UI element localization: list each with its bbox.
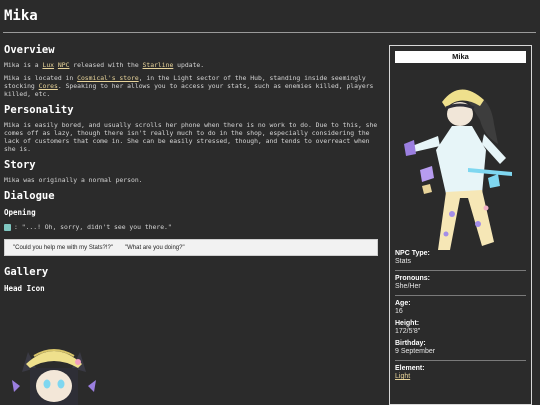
infobox-value: 9 September	[395, 348, 436, 355]
cosmicals-store-link[interactable]: Cosmical's store	[77, 74, 139, 82]
infobox-fields: NPC Type: Stats Pronouns: She/Her Age: 1…	[395, 246, 526, 381]
infobox-label: Element:	[395, 365, 425, 372]
infobox-label: Age:	[395, 300, 411, 307]
title-divider	[3, 32, 536, 33]
infobox-label: Height:	[395, 320, 420, 327]
infobox-row-birthday: Birthday: 9 September	[395, 336, 526, 361]
personality-text: Mika is easily bored, and usually scroll…	[4, 121, 378, 153]
dialogue-line: : "...! Oh, sorry, didn't see you there.…	[4, 223, 382, 231]
head-icon-subheading: Head Icon	[4, 284, 45, 293]
head-icon-image	[12, 349, 96, 405]
page-title: Mika	[4, 8, 38, 24]
gallery-heading: Gallery	[4, 266, 49, 278]
overview-paragraph-2: Mika is located in Cosmical's store, in …	[4, 74, 382, 98]
infobox-value: She/Her	[395, 283, 421, 290]
text-span: Mika is located in	[4, 74, 78, 82]
dialogue-heading: Dialogue	[4, 190, 55, 202]
infobox-value: Stats	[395, 258, 411, 265]
npc-link[interactable]: NPC	[58, 61, 70, 69]
infobox: Mika NPC Type: Stats Pronouns: She/Her A…	[389, 45, 532, 405]
infobox-row-element: Element: Light	[395, 361, 526, 381]
text-span: released with the	[69, 61, 143, 69]
infobox-value: 16	[395, 308, 403, 315]
opening-subheading: Opening	[4, 208, 36, 217]
story-text: Mika was originally a normal person.	[4, 176, 143, 184]
infobox-value: 172/5'8"	[395, 328, 421, 335]
text-span: update.	[173, 61, 205, 69]
dialogue-option-stats[interactable]: "Could you help me with my Stats?!?"	[13, 245, 113, 251]
dialogue-option-what-doing[interactable]: "What are you doing?"	[125, 245, 185, 251]
infobox-row-height: Height: 172/5'8"	[395, 316, 526, 336]
story-heading: Story	[4, 159, 36, 171]
infobox-row-age: Age: 16	[395, 296, 526, 316]
infobox-row-pronouns: Pronouns: She/Her	[395, 271, 526, 296]
overview-paragraph-1: Mika is a Lux NPC released with the Star…	[4, 61, 382, 69]
overview-heading: Overview	[4, 44, 55, 56]
lux-link[interactable]: Lux	[42, 61, 54, 69]
mika-portrait-image	[404, 89, 512, 250]
article-content: Overview Mika is a Lux NPC released with…	[4, 38, 382, 298]
infobox-label: Birthday:	[395, 340, 426, 347]
infobox-label: Pronouns:	[395, 275, 430, 282]
infobox-label: NPC Type:	[395, 250, 430, 257]
mika-mini-icon	[4, 223, 11, 231]
text-span: . Speaking to her allows you to access y…	[4, 82, 374, 98]
personality-heading: Personality	[4, 104, 74, 116]
infobox-name: Mika	[395, 51, 526, 63]
infobox-row-npc-type: NPC Type: Stats	[395, 246, 526, 271]
dialogue-text: : "...! Oh, sorry, didn't see you there.…	[14, 223, 172, 231]
cores-link[interactable]: Cores	[39, 82, 58, 90]
element-light-link[interactable]: Light	[395, 373, 526, 380]
starline-link[interactable]: Starline	[143, 61, 174, 69]
dialogue-options: "Could you help me with my Stats?!?" "Wh…	[4, 239, 378, 256]
text-span: Mika is a	[4, 61, 43, 69]
